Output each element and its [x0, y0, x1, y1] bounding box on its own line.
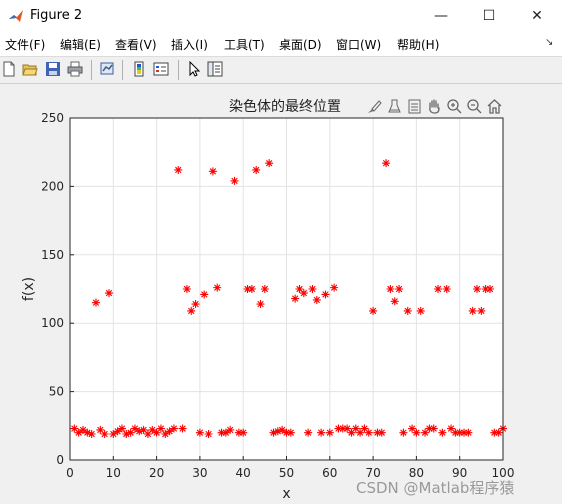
data-point [473, 285, 482, 293]
data-point [317, 428, 326, 437]
x-tick-label: 0 [66, 466, 74, 480]
data-point [312, 295, 321, 304]
y-tick-label: 100 [41, 316, 64, 330]
data-point [382, 159, 391, 168]
data-point [434, 285, 443, 293]
data-point [429, 424, 438, 433]
data-point [213, 283, 222, 292]
x-tick-label: 40 [236, 466, 251, 480]
data-point [321, 290, 330, 299]
data-point [182, 285, 191, 293]
data-point [260, 285, 269, 293]
data-point [178, 424, 187, 433]
data-point [256, 300, 265, 309]
data-point [390, 297, 399, 306]
data-point [486, 285, 495, 293]
y-tick-label: 150 [41, 248, 64, 262]
y-tick-label: 200 [41, 179, 64, 193]
data-point [442, 285, 451, 293]
data-point [330, 283, 339, 292]
data-point [386, 285, 395, 293]
data-point [299, 289, 308, 298]
scatter-chart[interactable]: 0 10 20 30 40 50 60 70 80 90 100050100150200250 x … [0, 0, 562, 504]
x-tick-label: 60 [322, 466, 337, 480]
data-point [438, 428, 447, 437]
data-point [304, 428, 313, 437]
x-tick-label: 20 [149, 466, 164, 480]
data-point [291, 294, 300, 303]
x-tick-label: 30 [192, 466, 207, 480]
y-axis-label: f(x) [21, 277, 37, 301]
data-point [468, 306, 477, 315]
x-tick-label: 50 [279, 466, 294, 480]
data-point [265, 159, 274, 168]
data-point [204, 430, 213, 439]
watermark: CSDN @Matlab程序猿 [356, 479, 515, 497]
x-tick-label: 10 [106, 466, 121, 480]
data-point [412, 428, 421, 437]
data-point [403, 306, 412, 315]
data-point [169, 424, 178, 433]
data-point [364, 428, 373, 437]
y-tick-label: 50 [49, 385, 64, 399]
data-point [100, 430, 109, 439]
data-point [200, 290, 209, 299]
data-point [325, 428, 334, 437]
data-point [477, 306, 486, 315]
data-point [377, 428, 386, 437]
data-point [399, 428, 408, 437]
x-axis-label: x [282, 486, 290, 502]
data-point [369, 306, 378, 315]
data-point [239, 428, 248, 437]
data-point [247, 285, 256, 293]
y-tick-label: 250 [41, 111, 64, 125]
y-tick-label: 0 [56, 453, 64, 467]
data-point [308, 285, 317, 293]
data-point [464, 428, 473, 437]
data-point [286, 428, 295, 437]
data-point [416, 306, 425, 315]
data-point [395, 285, 404, 293]
